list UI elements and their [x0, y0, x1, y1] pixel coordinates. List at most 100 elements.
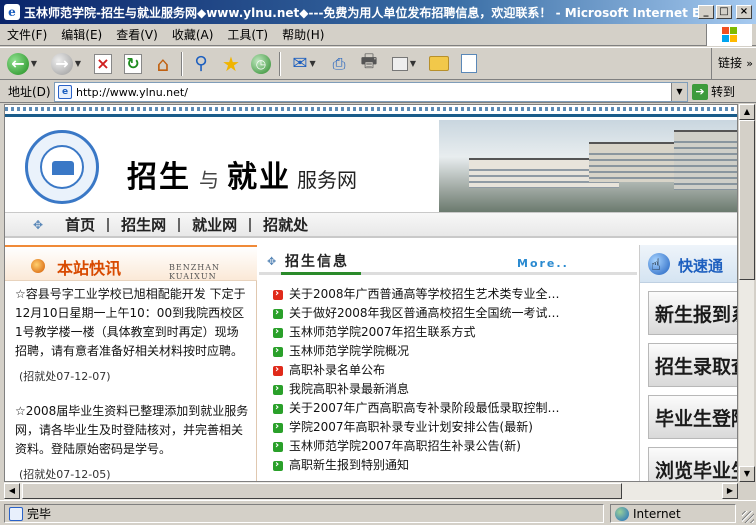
admissions-list-item[interactable]: 关于2007年广西高职高专补录阶段最低录取控制…	[273, 399, 633, 418]
messenger-icon	[461, 54, 477, 73]
menu-favorites[interactable]: 收藏(A)	[165, 26, 221, 43]
refresh-button[interactable]: ↻	[120, 51, 146, 77]
mail-button[interactable]: ✉ ▼	[286, 51, 322, 77]
links-bar[interactable]: 链接	[710, 48, 756, 79]
edit-button[interactable]: ▼	[386, 51, 422, 77]
minimize-button[interactable]: _	[698, 5, 714, 19]
resize-grip-icon[interactable]	[742, 511, 754, 523]
back-dropdown-icon[interactable]: ▼	[31, 59, 37, 68]
more-label: More..	[517, 257, 569, 270]
go-button[interactable]: ➔ 转到	[692, 83, 735, 100]
scroll-right-icon[interactable]: ▶	[722, 483, 738, 499]
print-icon: 🖶	[360, 50, 378, 72]
menu-view[interactable]: 查看(V)	[109, 26, 165, 43]
windows-flag-icon	[722, 27, 738, 43]
window-title-bar[interactable]: e 玉林师范学院-招生与就业服务网◆www.ylnu.net◆---免费为用人单…	[0, 0, 756, 24]
home-button[interactable]: ⌂	[150, 51, 176, 77]
stop-icon: ×	[94, 53, 112, 74]
quick-links-title: 快速通	[678, 257, 724, 275]
messenger-button[interactable]	[456, 51, 482, 77]
toolbar-separator	[181, 51, 183, 76]
admissions-list-item[interactable]: 我院高职补录最新消息	[273, 380, 633, 399]
refresh-icon: ↻	[124, 53, 142, 74]
address-dropdown-icon[interactable]: ▼	[671, 83, 687, 101]
admissions-item-link[interactable]: 关于2008年广西普通高等学校招生艺术类专业全…	[289, 285, 560, 304]
back-icon: ←	[6, 52, 29, 75]
admissions-list-item[interactable]: 玉林师范学院2007年高职招生补录公告(新)	[273, 437, 633, 456]
nav-home[interactable]: 首页	[53, 217, 110, 232]
admissions-item-link[interactable]: 高职新生报到特别通知	[289, 456, 409, 475]
quick-link-admission-query[interactable]: 招生录取查	[648, 343, 737, 387]
print-button[interactable]: 🖶	[356, 51, 382, 77]
edit-icon	[391, 56, 408, 71]
menu-file[interactable]: 文件(F)	[0, 26, 54, 43]
admissions-item-link[interactable]: 玉林师范学院2007年高职招生补录公告(新)	[289, 437, 521, 456]
nav-office[interactable]: 招就处	[251, 217, 320, 232]
news-source: (招就处07-12-05)	[19, 468, 111, 481]
status-text: 完毕	[27, 507, 52, 521]
forward-dropdown-icon[interactable]: ▼	[75, 59, 81, 68]
scroll-up-icon[interactable]: ▲	[739, 104, 755, 120]
menu-bar: 文件(F) 编辑(E) 查看(V) 收藏(A) 工具(T) 帮助(H)	[0, 24, 756, 46]
admissions-item-link[interactable]: 关于做好2008年我区普通高校招生全国统一考试…	[289, 304, 560, 323]
menu-tools[interactable]: 工具(T)	[220, 26, 275, 43]
scroll-corner	[738, 482, 754, 500]
nav-bullet-icon: ✥	[33, 217, 44, 232]
site-title-zhaosheng: 招生	[127, 160, 191, 195]
folder-button[interactable]	[426, 51, 452, 77]
search-button[interactable]: ⚲	[188, 51, 214, 77]
admissions-list-item[interactable]: 关于2008年广西普通高等学校招生艺术类专业全…	[273, 285, 633, 304]
campus-building	[674, 130, 737, 190]
quick-link-browse-graduates[interactable]: 浏览毕业生	[648, 447, 737, 481]
address-url[interactable]: http://www.ylnu.net/	[76, 86, 671, 99]
quick-link-label: 招生录取查	[655, 356, 737, 378]
forward-button[interactable]: → ▼	[46, 51, 86, 77]
arrow-bullet-icon	[273, 437, 283, 455]
menu-help[interactable]: 帮助(H)	[275, 26, 331, 43]
internet-globe-icon	[615, 506, 629, 521]
campus-photo	[439, 120, 737, 212]
mail-dropdown-icon[interactable]: ▼	[309, 59, 315, 68]
admissions-item-link[interactable]: 关于2007年广西高职高专补录阶段最低录取控制…	[289, 399, 560, 418]
favorites-button[interactable]: ★	[218, 51, 244, 77]
stop-button[interactable]: ×	[90, 51, 116, 77]
site-title: 招生与就业 服务网	[127, 152, 357, 196]
admissions-item-link[interactable]: 高职补录名单公布	[289, 361, 385, 380]
vertical-scrollbar[interactable]: ▲ ▼	[738, 104, 755, 482]
admissions-item-link[interactable]: 玉林师范学院2007年招生联系方式	[289, 323, 476, 342]
print-preview-button[interactable]: ⎙	[326, 51, 352, 77]
admissions-list-item[interactable]: 高职补录名单公布	[273, 361, 633, 380]
scroll-left-icon[interactable]: ◀	[4, 483, 20, 499]
admissions-list-item[interactable]: 玉林师范学院学院概况	[273, 342, 633, 361]
history-button[interactable]: ◷	[248, 51, 274, 77]
horizontal-scroll-thumb[interactable]	[22, 483, 622, 499]
back-button[interactable]: ← ▼	[2, 51, 42, 77]
page-viewport[interactable]: 招生与就业 服务网 ✥ 首页 招生网 就业网 招就处 本站快讯 BENZHAN K…	[4, 104, 738, 482]
close-button[interactable]: ×	[736, 5, 752, 19]
more-link[interactable]: More..	[517, 257, 569, 270]
nav-employment[interactable]: 就业网	[180, 217, 252, 232]
admissions-list-item[interactable]: 关于做好2008年我区普通高校招生全国统一考试…	[273, 304, 633, 323]
menu-edit[interactable]: 编辑(E)	[54, 26, 109, 43]
history-icon: ◷	[251, 53, 271, 74]
edit-dropdown-icon[interactable]: ▼	[410, 59, 416, 68]
admissions-list-item[interactable]: 学院2007年高职补录专业计划安排公告(最新)	[273, 418, 633, 437]
quick-link-new-student-registration[interactable]: 新生报到系	[648, 291, 737, 335]
address-input[interactable]: e http://www.ylnu.net/ ▼	[54, 82, 688, 102]
page-icon: e	[58, 85, 72, 99]
scroll-down-icon[interactable]: ▼	[739, 466, 755, 482]
admissions-item-link[interactable]: 学院2007年高职补录专业计划安排公告(最新)	[289, 418, 533, 437]
vertical-scroll-thumb[interactable]	[739, 120, 755, 280]
admissions-list-item[interactable]: 玉林师范学院2007年招生联系方式	[273, 323, 633, 342]
news-paragraph: ☆2008届毕业生资料已整理添加到就业服务网，请各毕业生及时登陆核对，并完善相关…	[15, 404, 249, 456]
site-header: 招生与就业 服务网	[5, 120, 737, 212]
admissions-item-link[interactable]: 玉林师范学院学院概况	[289, 342, 409, 361]
admissions-item-link[interactable]: 我院高职补录最新消息	[289, 380, 409, 399]
maximize-button[interactable]: □	[716, 5, 732, 19]
quick-link-graduate-login[interactable]: 毕业生登陆	[648, 395, 737, 439]
admissions-header: ✥ 招生信息 More..	[259, 245, 637, 275]
admissions-list-item[interactable]: 高职新生报到特别通知	[273, 456, 633, 475]
hand-cursor-icon: ☝	[651, 255, 661, 274]
nav-admissions[interactable]: 招生网	[109, 217, 181, 232]
horizontal-scrollbar[interactable]: ◀ ▶	[4, 482, 738, 500]
